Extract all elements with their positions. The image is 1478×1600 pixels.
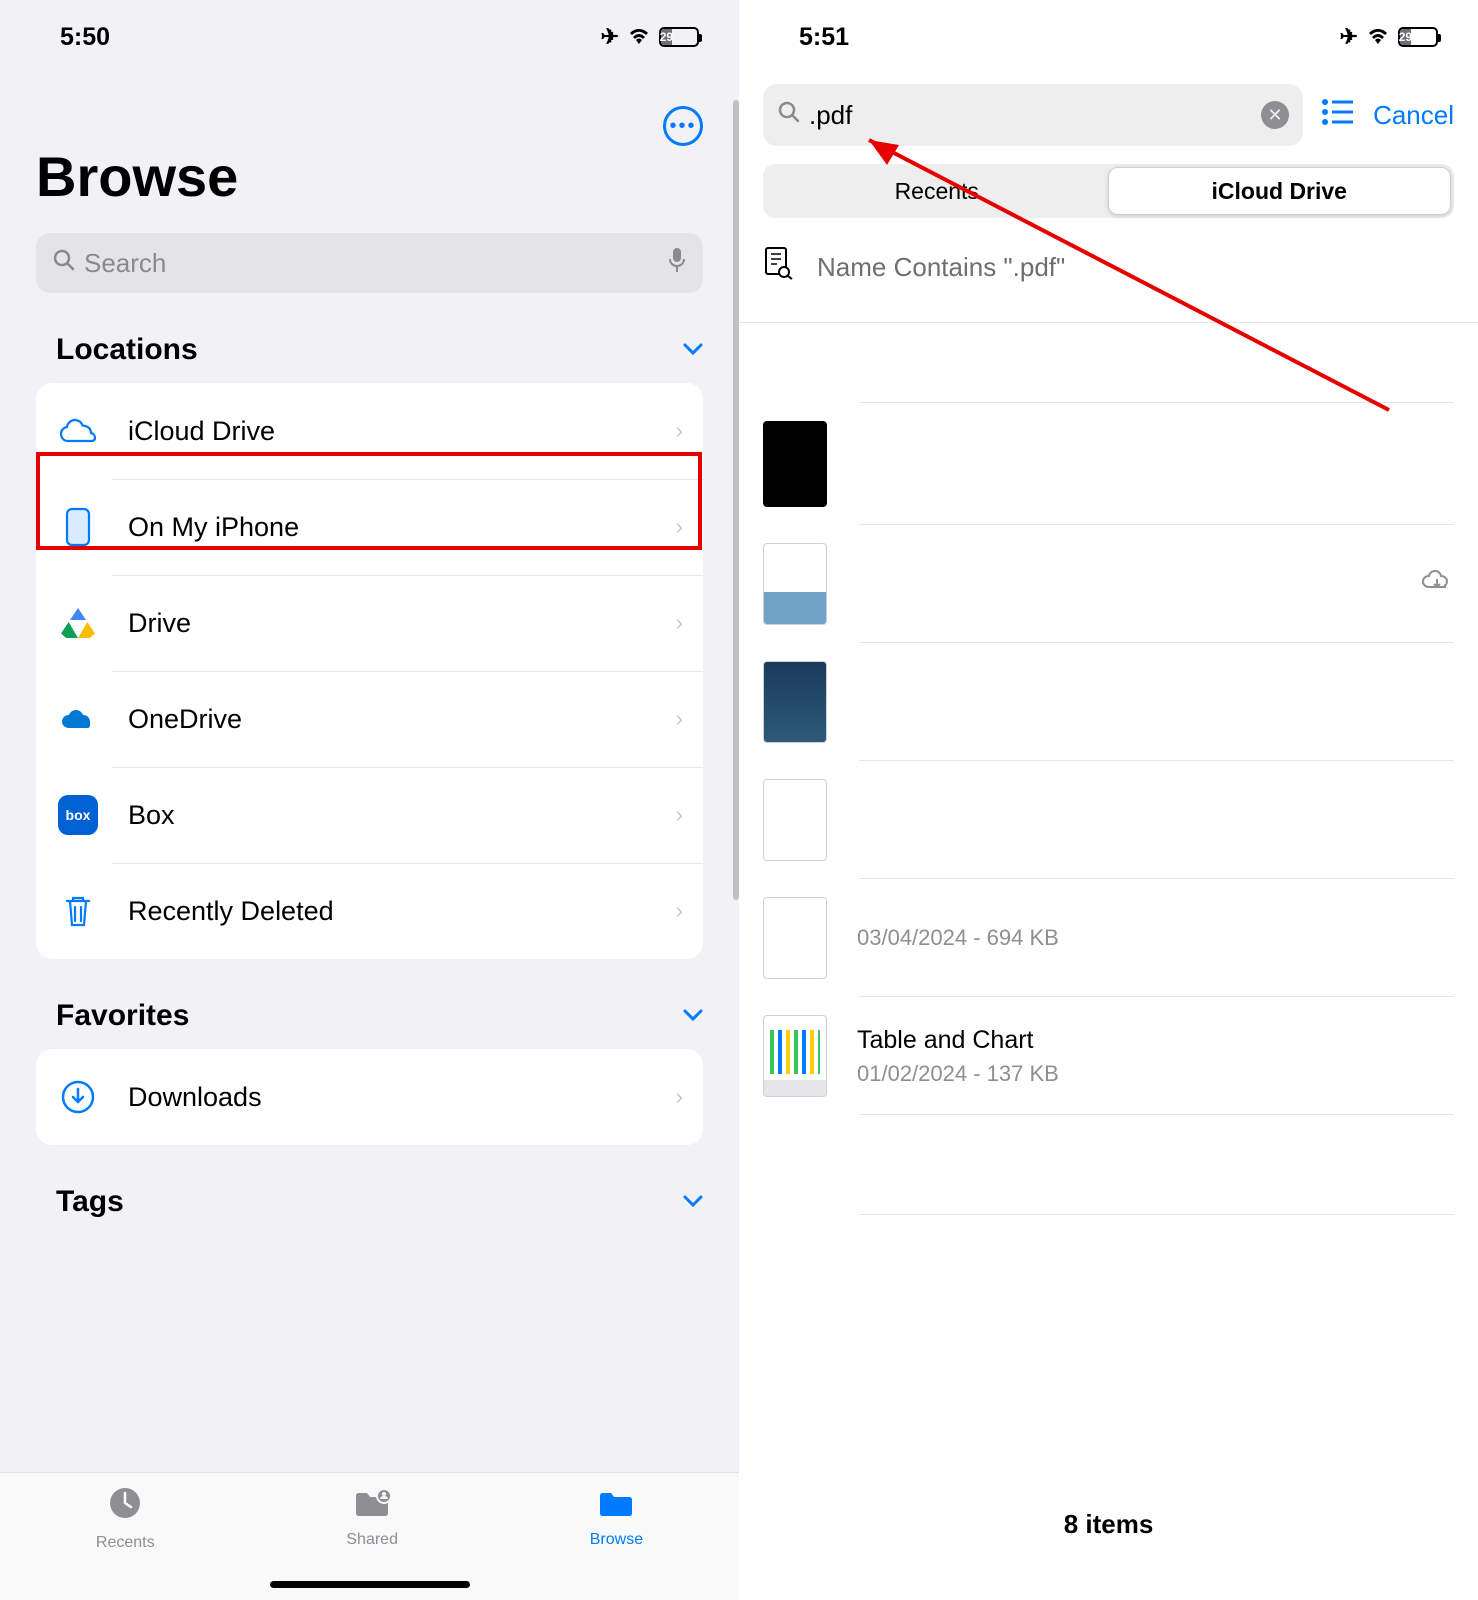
search-icon bbox=[52, 248, 76, 279]
search-input[interactable]: .pdf ✕ bbox=[763, 84, 1303, 146]
tab-recents[interactable]: Recents bbox=[96, 1485, 155, 1600]
location-icloud-drive[interactable]: iCloud Drive › bbox=[36, 383, 703, 479]
search-suggestion[interactable]: Name Contains ".pdf" bbox=[739, 218, 1478, 323]
trash-icon bbox=[56, 889, 100, 933]
more-button[interactable]: ••• bbox=[663, 106, 703, 146]
status-icons: ✈ 29 bbox=[601, 24, 699, 50]
wifi-icon bbox=[627, 24, 651, 50]
favorites-header[interactable]: Favorites bbox=[0, 959, 739, 1049]
status-bar-right: 5:51 ✈ 29 bbox=[739, 0, 1478, 74]
airplane-icon: ✈ bbox=[601, 24, 619, 50]
search-bar[interactable]: Search bbox=[36, 233, 703, 293]
status-time: 5:50 bbox=[60, 23, 110, 52]
list-view-toggle[interactable] bbox=[1321, 97, 1355, 134]
result-item[interactable] bbox=[739, 323, 1478, 403]
location-on-my-iphone[interactable]: On My iPhone › bbox=[36, 479, 703, 575]
clear-search-button[interactable]: ✕ bbox=[1261, 101, 1289, 129]
result-item[interactable]: 03/04/2024 - 694 KB bbox=[739, 879, 1478, 997]
result-item[interactable] bbox=[739, 761, 1478, 879]
chevron-right-icon: › bbox=[676, 418, 683, 444]
chevron-right-icon: › bbox=[676, 610, 683, 636]
phone-icon bbox=[56, 505, 100, 549]
file-thumbnail bbox=[763, 897, 827, 979]
chevron-right-icon: › bbox=[676, 1084, 683, 1110]
favorites-group: Downloads › bbox=[36, 1049, 703, 1145]
chevron-down-icon bbox=[683, 1189, 703, 1215]
tab-bar: Recents Shared Browse bbox=[0, 1472, 739, 1600]
status-icons: ✈ 29 bbox=[1340, 24, 1438, 50]
search-placeholder: Search bbox=[84, 248, 659, 279]
search-value: .pdf bbox=[809, 100, 852, 131]
items-count: 8 items bbox=[739, 1509, 1478, 1540]
cloud-download-icon[interactable] bbox=[1420, 567, 1454, 601]
result-item[interactable] bbox=[739, 1115, 1478, 1215]
favorite-downloads[interactable]: Downloads › bbox=[36, 1049, 703, 1145]
tags-header[interactable]: Tags bbox=[0, 1145, 739, 1235]
segment-recents[interactable]: Recents bbox=[766, 167, 1108, 215]
status-time: 5:51 bbox=[799, 23, 849, 52]
search-icon bbox=[777, 100, 801, 131]
page-title: Browse bbox=[36, 144, 739, 209]
home-indicator[interactable] bbox=[270, 1581, 470, 1588]
location-box[interactable]: box Box › bbox=[36, 767, 703, 863]
box-icon: box bbox=[56, 793, 100, 837]
result-item[interactable] bbox=[739, 643, 1478, 761]
file-thumbnail bbox=[763, 421, 827, 507]
shared-folder-icon bbox=[352, 1485, 392, 1527]
cloud-icon bbox=[56, 409, 100, 453]
file-thumbnail bbox=[763, 661, 827, 743]
locations-group: iCloud Drive › On My iPhone › Drive › On… bbox=[36, 383, 703, 959]
file-thumbnail bbox=[763, 1015, 827, 1097]
chevron-right-icon: › bbox=[676, 898, 683, 924]
result-item[interactable] bbox=[739, 525, 1478, 643]
folder-icon bbox=[596, 1485, 636, 1527]
battery-icon: 29 bbox=[1398, 27, 1438, 47]
cancel-button[interactable]: Cancel bbox=[1373, 100, 1454, 131]
tab-browse[interactable]: Browse bbox=[590, 1485, 643, 1600]
mic-icon[interactable] bbox=[667, 246, 687, 281]
chevron-right-icon: › bbox=[676, 706, 683, 732]
location-onedrive[interactable]: OneDrive › bbox=[36, 671, 703, 767]
airplane-icon: ✈ bbox=[1340, 24, 1358, 50]
file-thumbnail bbox=[763, 543, 827, 625]
battery-icon: 29 bbox=[659, 27, 699, 47]
location-recently-deleted[interactable]: Recently Deleted › bbox=[36, 863, 703, 959]
location-drive[interactable]: Drive › bbox=[36, 575, 703, 671]
search-row: .pdf ✕ Cancel bbox=[739, 74, 1478, 146]
result-item[interactable] bbox=[739, 403, 1478, 525]
status-bar-left: 5:50 ✈ 29 bbox=[0, 0, 739, 74]
download-icon bbox=[56, 1075, 100, 1119]
segment-icloud-drive[interactable]: iCloud Drive bbox=[1108, 167, 1452, 215]
chevron-down-icon bbox=[683, 1003, 703, 1029]
chevron-right-icon: › bbox=[676, 802, 683, 828]
google-drive-icon bbox=[56, 601, 100, 645]
document-search-icon bbox=[763, 246, 793, 288]
clock-icon bbox=[107, 1485, 143, 1530]
locations-header[interactable]: Locations bbox=[0, 293, 739, 383]
search-results: 03/04/2024 - 694 KB Table and Chart 01/0… bbox=[739, 323, 1478, 1215]
onedrive-icon bbox=[56, 697, 100, 741]
chevron-right-icon: › bbox=[676, 514, 683, 540]
search-scope-segmented: Recents iCloud Drive bbox=[763, 164, 1454, 218]
wifi-icon bbox=[1366, 24, 1390, 50]
file-thumbnail bbox=[763, 779, 827, 861]
chevron-down-icon bbox=[683, 337, 703, 363]
result-item[interactable]: Table and Chart 01/02/2024 - 137 KB bbox=[739, 997, 1478, 1115]
